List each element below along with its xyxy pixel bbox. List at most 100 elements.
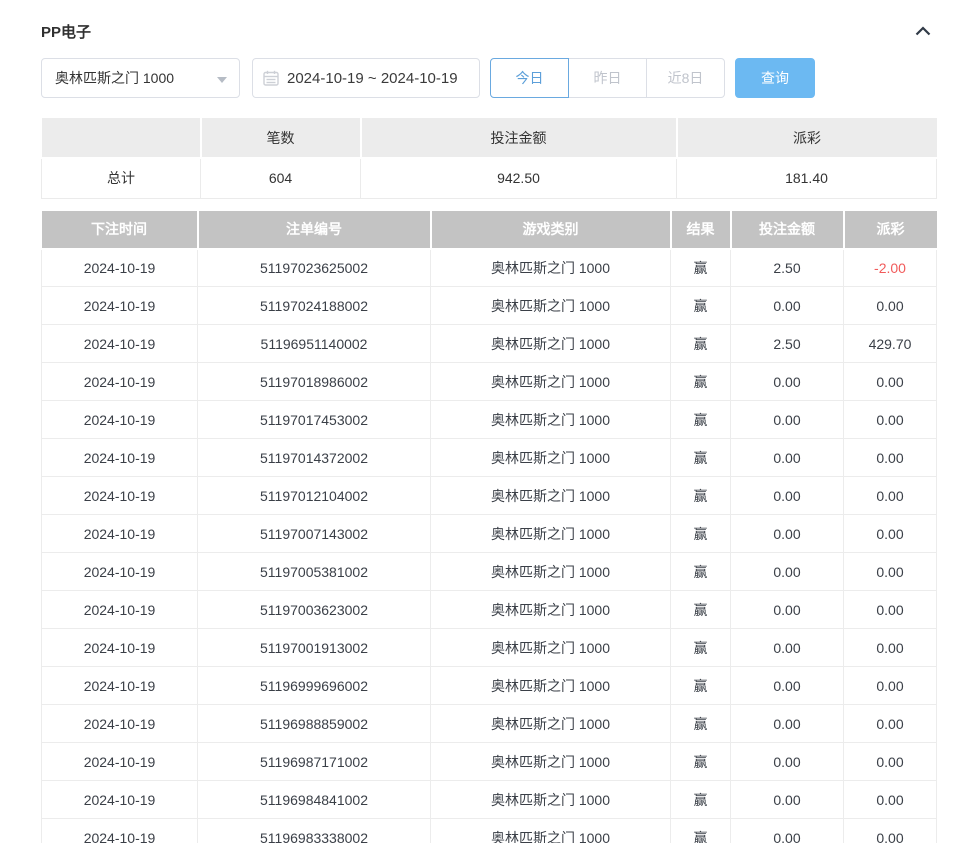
summary-total-bet-amount: 942.50: [361, 158, 677, 198]
cell-result: 赢: [671, 819, 731, 843]
calendar-icon: [263, 70, 279, 86]
summary-total-label: 总计: [42, 158, 201, 198]
table-row: 2024-10-1951196984841002奥林匹斯之门 1000赢0.00…: [42, 781, 937, 819]
query-button[interactable]: 查询: [735, 58, 815, 98]
cell-result: 赢: [671, 591, 731, 629]
cell-bet-time: 2024-10-19: [42, 287, 198, 325]
cell-result: 赢: [671, 363, 731, 401]
summary-col-count: 笔数: [201, 118, 361, 158]
cell-result: 赢: [671, 629, 731, 667]
cell-order-number: 51196983338002: [198, 819, 431, 843]
pp-electronic-panel: PP电子 奥林匹斯之门 1000: [0, 0, 958, 843]
cell-order-number: 51197007143002: [198, 515, 431, 553]
cell-bet-amount: 0.00: [731, 477, 844, 515]
summary-total-count: 604: [201, 158, 361, 198]
cell-bet-amount: 0.00: [731, 705, 844, 743]
table-row: 2024-10-1951196951140002奥林匹斯之门 1000赢2.50…: [42, 325, 937, 363]
cell-bet-time: 2024-10-19: [42, 667, 198, 705]
table-row: 2024-10-1951197014372002奥林匹斯之门 1000赢0.00…: [42, 439, 937, 477]
cell-payout: 0.00: [844, 363, 937, 401]
cell-payout: 0.00: [844, 477, 937, 515]
cell-bet-time: 2024-10-19: [42, 363, 198, 401]
cell-result: 赢: [671, 477, 731, 515]
cell-order-number: 51197003623002: [198, 591, 431, 629]
cell-bet-time: 2024-10-19: [42, 249, 198, 287]
cell-bet-amount: 0.00: [731, 553, 844, 591]
cell-bet-amount: 0.00: [731, 401, 844, 439]
cell-bet-amount: 2.50: [731, 249, 844, 287]
col-payout: 派彩: [844, 211, 937, 249]
cell-bet-amount: 0.00: [731, 629, 844, 667]
summary-table: 笔数 投注金额 派彩 总计 604 942.50 181.40: [41, 118, 937, 199]
cell-bet-time: 2024-10-19: [42, 325, 198, 363]
panel-header: PP电子: [41, 14, 937, 48]
cell-bet-time: 2024-10-19: [42, 477, 198, 515]
cell-result: 赢: [671, 325, 731, 363]
cell-order-number: 51196984841002: [198, 781, 431, 819]
table-row: 2024-10-1951197023625002奥林匹斯之门 1000赢2.50…: [42, 249, 937, 287]
cell-order-number: 51197012104002: [198, 477, 431, 515]
cell-game-category: 奥林匹斯之门 1000: [431, 819, 671, 843]
cell-game-category: 奥林匹斯之门 1000: [431, 629, 671, 667]
cell-bet-time: 2024-10-19: [42, 439, 198, 477]
cell-bet-amount: 0.00: [731, 363, 844, 401]
table-row: 2024-10-1951196999696002奥林匹斯之门 1000赢0.00…: [42, 667, 937, 705]
cell-payout: 0.00: [844, 401, 937, 439]
summary-col-bet-amount: 投注金额: [361, 118, 677, 158]
cell-order-number: 51196988859002: [198, 705, 431, 743]
cell-order-number: 51197024188002: [198, 287, 431, 325]
today-button[interactable]: 今日: [490, 58, 569, 98]
cell-result: 赢: [671, 515, 731, 553]
cell-bet-time: 2024-10-19: [42, 591, 198, 629]
cell-game-category: 奥林匹斯之门 1000: [431, 515, 671, 553]
cell-result: 赢: [671, 667, 731, 705]
bet-records-table: 下注时间 注单编号 游戏类别 结果 投注金额 派彩 2024-10-195119…: [41, 211, 937, 843]
cell-bet-time: 2024-10-19: [42, 553, 198, 591]
summary-total-row: 总计 604 942.50 181.40: [42, 158, 937, 198]
cell-bet-amount: 0.00: [731, 591, 844, 629]
cell-game-category: 奥林匹斯之门 1000: [431, 287, 671, 325]
cell-payout: 0.00: [844, 553, 937, 591]
game-select[interactable]: 奥林匹斯之门 1000: [41, 58, 240, 98]
cell-payout: 0.00: [844, 515, 937, 553]
date-range-value: 2024-10-19 ~ 2024-10-19: [287, 70, 458, 87]
cell-payout: 0.00: [844, 743, 937, 781]
cell-bet-time: 2024-10-19: [42, 401, 198, 439]
cell-result: 赢: [671, 287, 731, 325]
cell-result: 赢: [671, 401, 731, 439]
table-row: 2024-10-1951197005381002奥林匹斯之门 1000赢0.00…: [42, 553, 937, 591]
bet-table-body: 2024-10-1951197023625002奥林匹斯之门 1000赢2.50…: [42, 249, 937, 843]
cell-bet-amount: 0.00: [731, 819, 844, 843]
cell-game-category: 奥林匹斯之门 1000: [431, 705, 671, 743]
cell-order-number: 51197001913002: [198, 629, 431, 667]
date-range-picker[interactable]: 2024-10-19 ~ 2024-10-19: [252, 58, 480, 98]
cell-bet-amount: 0.00: [731, 781, 844, 819]
table-row: 2024-10-1951196987171002奥林匹斯之门 1000赢0.00…: [42, 743, 937, 781]
last-8-days-button[interactable]: 近8日: [646, 58, 725, 98]
summary-col-blank: [42, 118, 201, 158]
cell-bet-time: 2024-10-19: [42, 515, 198, 553]
cell-bet-amount: 0.00: [731, 743, 844, 781]
table-row: 2024-10-1951197003623002奥林匹斯之门 1000赢0.00…: [42, 591, 937, 629]
quick-date-button-group: 今日 昨日 近8日: [490, 58, 725, 98]
cell-bet-amount: 0.00: [731, 287, 844, 325]
collapse-panel-button[interactable]: [909, 22, 937, 40]
cell-bet-amount: 0.00: [731, 515, 844, 553]
cell-result: 赢: [671, 439, 731, 477]
table-row: 2024-10-1951196988859002奥林匹斯之门 1000赢0.00…: [42, 705, 937, 743]
cell-game-category: 奥林匹斯之门 1000: [431, 401, 671, 439]
cell-order-number: 51197018986002: [198, 363, 431, 401]
col-result: 结果: [671, 211, 731, 249]
col-bet-time: 下注时间: [42, 211, 198, 249]
table-row: 2024-10-1951197018986002奥林匹斯之门 1000赢0.00…: [42, 363, 937, 401]
table-row: 2024-10-1951197001913002奥林匹斯之门 1000赢0.00…: [42, 629, 937, 667]
game-select-value: 奥林匹斯之门 1000: [55, 68, 174, 88]
cell-payout: 0.00: [844, 667, 937, 705]
cell-result: 赢: [671, 553, 731, 591]
yesterday-button[interactable]: 昨日: [568, 58, 647, 98]
table-row: 2024-10-1951197024188002奥林匹斯之门 1000赢0.00…: [42, 287, 937, 325]
cell-result: 赢: [671, 249, 731, 287]
cell-order-number: 51197023625002: [198, 249, 431, 287]
cell-bet-time: 2024-10-19: [42, 629, 198, 667]
table-row: 2024-10-1951197017453002奥林匹斯之门 1000赢0.00…: [42, 401, 937, 439]
